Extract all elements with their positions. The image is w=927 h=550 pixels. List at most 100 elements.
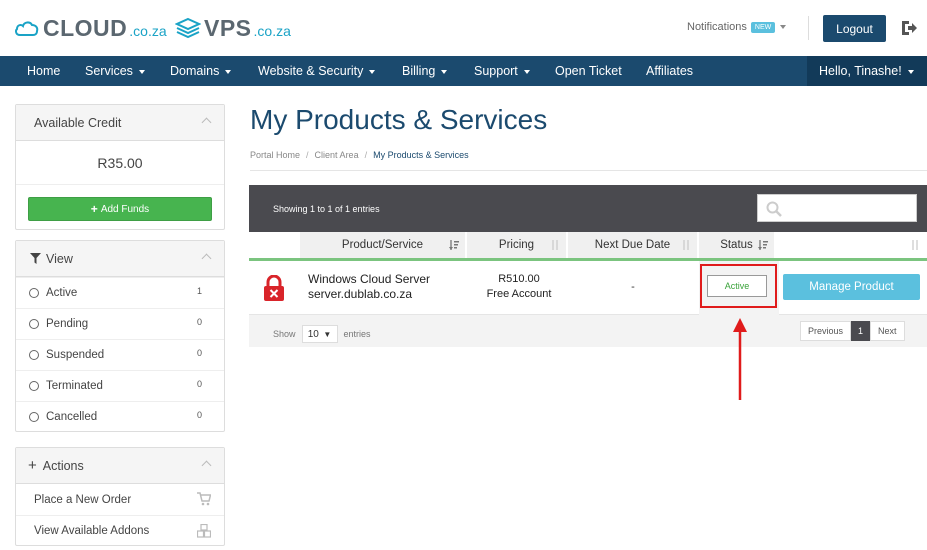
view-filter-count: 0 <box>196 410 202 420</box>
product-cell: Windows Cloud Server server.dublab.co.za <box>308 272 430 302</box>
ssl-lock-icon <box>264 275 284 301</box>
logo-cloud-tld: .co.za <box>129 23 167 39</box>
nav-website-security[interactable]: Website & Security <box>258 56 376 86</box>
nav-support-label: Support <box>474 64 518 78</box>
caret-down-icon: ▼ <box>323 329 332 339</box>
radio-circle-icon <box>29 381 39 391</box>
column-header-actions[interactable] <box>776 232 927 258</box>
pagination-next[interactable]: Next <box>870 321 905 341</box>
view-filter-label: Active <box>46 287 78 299</box>
nav-affiliates[interactable]: Affiliates <box>646 56 693 86</box>
table-search-input[interactable] <box>757 194 917 222</box>
nav-home[interactable]: Home <box>27 56 60 86</box>
view-filter-label: Pending <box>46 318 89 330</box>
column-header-status[interactable]: Status <box>699 232 775 258</box>
chevron-up-icon[interactable] <box>201 117 212 128</box>
table-toolbar: Showing 1 to 1 of 1 entries <box>249 185 927 232</box>
view-panel-title: View <box>46 251 73 266</box>
main-navigation: Home Services Domains Website & Security… <box>0 56 927 86</box>
table-row[interactable]: Windows Cloud Server server.dublab.co.za… <box>249 261 927 315</box>
view-filter-cancelled[interactable]: Cancelled 0 <box>16 401 224 432</box>
page-title: My Products & Services <box>250 104 548 135</box>
user-menu[interactable]: Hello, Tinashe! <box>807 56 927 86</box>
page-length-control: Show 10 ▼ entries <box>273 325 371 343</box>
column-header-next-due-date[interactable]: Next Due Date <box>568 232 698 258</box>
nav-billing-label: Billing <box>402 64 436 78</box>
radio-circle-icon <box>29 412 39 422</box>
nav-domains-label: Domains <box>170 64 220 78</box>
breadcrumb-client-area[interactable]: Client Area <box>315 150 359 160</box>
add-funds-button[interactable]: + Add Funds <box>28 197 212 221</box>
chevron-down-icon <box>780 25 787 29</box>
breadcrumb-separator: / <box>364 150 368 160</box>
nav-website-security-label: Website & Security <box>258 64 364 78</box>
cloud-logo[interactable]: CLOUD .co.za <box>14 14 167 42</box>
chevron-down-icon <box>441 69 448 74</box>
chevron-up-icon[interactable] <box>201 253 212 264</box>
nav-affiliates-label: Affiliates <box>646 64 694 78</box>
chevron-down-icon <box>138 69 145 74</box>
cloud-icon <box>15 21 39 36</box>
nav-support[interactable]: Support <box>474 56 530 86</box>
next-due-date: - <box>631 281 635 293</box>
view-filter-count: 0 <box>196 348 202 358</box>
view-filter-active[interactable]: Active 1 <box>16 277 224 308</box>
view-filter-suspended[interactable]: Suspended 0 <box>16 339 224 370</box>
nav-home-label: Home <box>27 64 61 78</box>
chevron-up-icon[interactable] <box>201 460 212 471</box>
product-name: Windows Cloud Server <box>308 272 431 286</box>
view-filter-pending[interactable]: Pending 0 <box>16 308 224 339</box>
pagination-previous[interactable]: Previous <box>800 321 852 341</box>
show-label: Show <box>273 329 296 339</box>
view-filter-count: 0 <box>196 317 202 327</box>
view-filter-label: Cancelled <box>46 411 98 423</box>
sort-ascending-icon <box>449 240 459 250</box>
actions-panel: + Actions Place a New Order View Availab… <box>15 447 225 546</box>
logout-button[interactable]: Logout <box>823 15 886 42</box>
manage-product-button[interactable]: Manage Product <box>783 274 920 300</box>
credit-amount: R35.00 <box>16 141 224 185</box>
place-new-order-link[interactable]: Place a New Order <box>16 484 224 515</box>
column-header-label: Status <box>720 239 753 251</box>
title-divider <box>250 170 927 171</box>
column-header-product[interactable]: Product/Service <box>300 232 466 258</box>
breadcrumb-current: My Products & Services <box>373 150 469 160</box>
cart-icon <box>197 492 211 506</box>
view-panel-header[interactable]: View <box>16 241 224 277</box>
view-filter-label: Suspended <box>46 349 105 361</box>
vps-logo[interactable]: VPS .co.za <box>175 14 291 42</box>
credit-panel-footer: + Add Funds <box>16 185 224 233</box>
nav-billing[interactable]: Billing <box>402 56 448 86</box>
pagination-current-page[interactable]: 1 <box>851 321 871 341</box>
nav-open-ticket-label: Open Ticket <box>555 64 622 78</box>
column-header-pricing[interactable]: Pricing <box>467 232 567 258</box>
breadcrumb-separator: / <box>306 150 309 160</box>
view-panel: View Active 1 Pending 0 Suspended 0 Term… <box>15 240 225 432</box>
action-label: View Available Addons <box>34 525 150 537</box>
nav-open-ticket[interactable]: Open Ticket <box>555 56 622 86</box>
page-length-select[interactable]: 10 ▼ <box>301 325 338 343</box>
actions-panel-header[interactable]: + Actions <box>16 448 224 484</box>
radio-circle-icon <box>29 319 39 329</box>
sign-out-icon[interactable] <box>899 18 919 38</box>
view-available-addons-link[interactable]: View Available Addons <box>16 515 224 546</box>
breadcrumb: Portal Home / Client Area / My Products … <box>250 150 469 160</box>
entries-label: entries <box>343 329 371 339</box>
pagination: Previous 1 Next <box>800 321 905 341</box>
column-header-label: Next Due Date <box>594 239 671 251</box>
product-domain: server.dublab.co.za <box>308 287 413 301</box>
products-table: Showing 1 to 1 of 1 entries Product/Serv… <box>249 185 927 347</box>
plus-icon: + <box>28 457 37 474</box>
notifications-menu[interactable]: Notifications NEW <box>687 21 787 33</box>
credit-panel-header[interactable]: Available Credit <box>16 105 224 141</box>
view-filter-terminated[interactable]: Terminated 0 <box>16 370 224 401</box>
nav-services[interactable]: Services <box>85 56 145 86</box>
view-filter-label: Terminated <box>46 380 103 392</box>
breadcrumb-portal-home[interactable]: Portal Home <box>250 150 300 160</box>
sort-ascending-icon <box>758 240 768 250</box>
column-header-label: Product/Service <box>341 239 424 251</box>
chevron-down-icon <box>369 69 376 74</box>
nav-domains[interactable]: Domains <box>170 56 232 86</box>
logo-cloud-word: CLOUD <box>43 14 128 41</box>
logo-vps-tld: .co.za <box>253 23 291 39</box>
